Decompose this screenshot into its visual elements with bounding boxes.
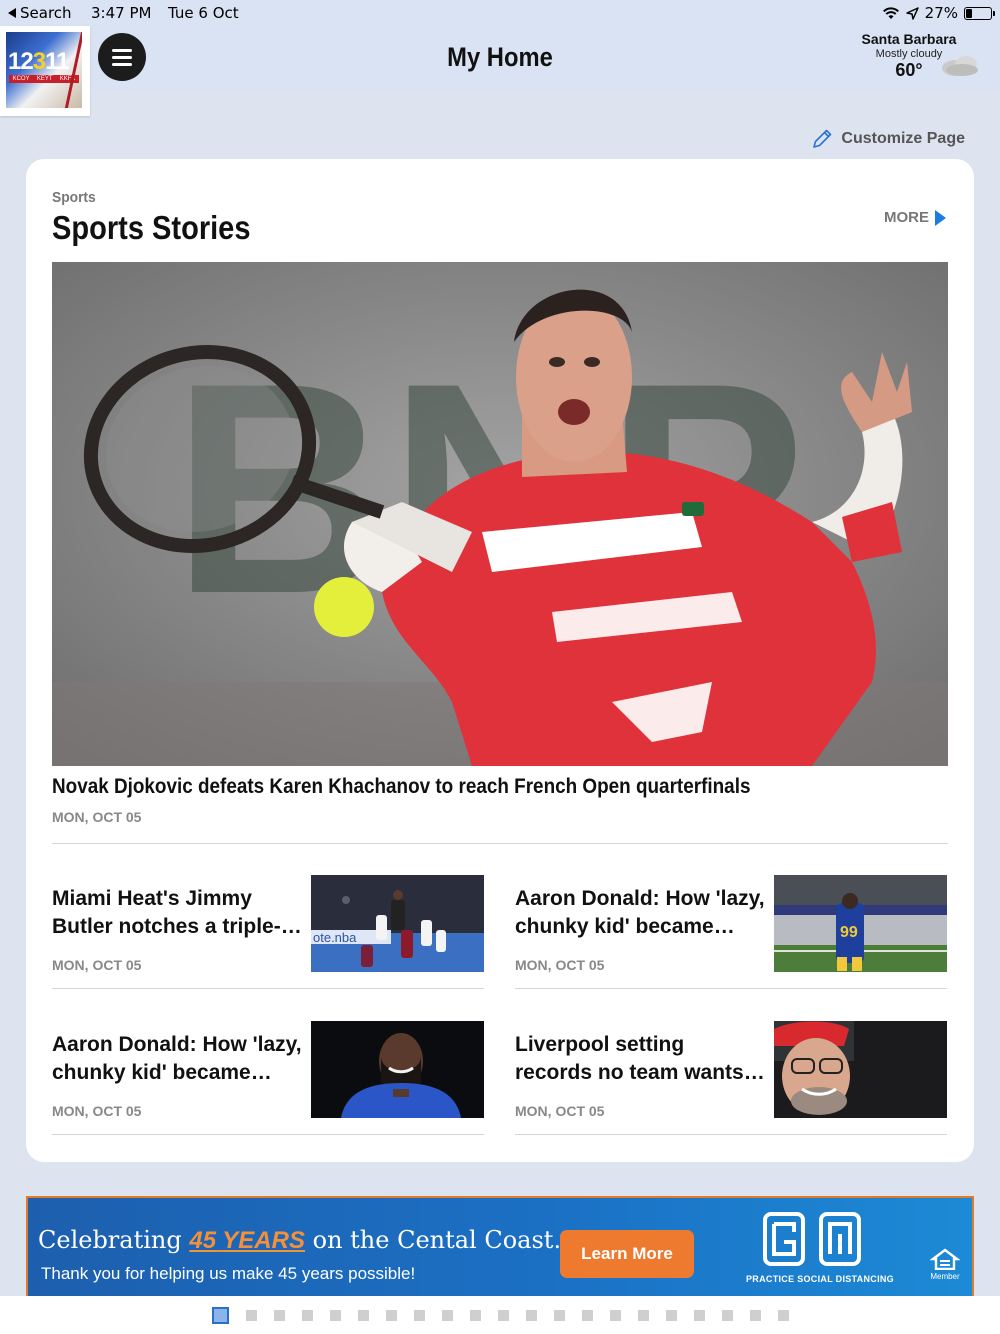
- story-thumbnail[interactable]: ote.nba: [311, 875, 484, 972]
- hero-headline[interactable]: Novak Djokovic defeats Karen Khachanov t…: [52, 775, 858, 799]
- status-time: 3:47 PM: [91, 4, 152, 22]
- story-headline[interactable]: Aaron Donald: How 'lazy, chunky kid' bec…: [52, 1031, 302, 1087]
- page-dot[interactable]: [693, 1309, 705, 1321]
- story-item[interactable]: Liverpool setting records no team wants …: [515, 1021, 947, 1136]
- story-date: MON, OCT 05: [515, 1103, 605, 1119]
- customize-label: Customize Page: [841, 130, 965, 147]
- page-dot[interactable]: [581, 1309, 593, 1321]
- status-bar: Search 3:47 PM Tue 6 Oct 27%: [0, 0, 1000, 26]
- more-link[interactable]: MORE: [884, 209, 946, 226]
- divider: [515, 988, 947, 989]
- weather-widget[interactable]: Santa Barbara Mostly cloudy 60°: [844, 31, 978, 81]
- page-dot[interactable]: [441, 1309, 453, 1321]
- page-title: My Home: [447, 42, 553, 72]
- pencil-icon: [813, 129, 832, 148]
- page-dot[interactable]: [637, 1309, 649, 1321]
- page-indicator: [0, 1296, 1000, 1334]
- page-dot[interactable]: [553, 1309, 565, 1321]
- logo-call-keyt: KEYT: [36, 76, 53, 82]
- fdic-label: Member: [930, 1272, 960, 1281]
- hero-image[interactable]: BNP: [52, 262, 948, 766]
- back-label: Search: [20, 4, 72, 22]
- bank-logo-icon: [763, 1212, 861, 1266]
- page-dot[interactable]: [245, 1309, 257, 1321]
- ad-subline: Thank you for helping us make 45 years p…: [41, 1264, 416, 1283]
- more-label: MORE: [884, 209, 929, 226]
- weather-city: Santa Barbara: [861, 31, 957, 47]
- ad-tagline: PRACTICE SOCIAL DISTANCING: [746, 1274, 894, 1284]
- story-date: MON, OCT 05: [52, 1103, 142, 1119]
- page-dot[interactable]: [665, 1309, 677, 1321]
- story-item[interactable]: Aaron Donald: How 'lazy, chunky kid' bec…: [52, 1021, 484, 1136]
- logo-number-3: 3: [32, 48, 46, 75]
- page-dot[interactable]: [329, 1309, 341, 1321]
- player-portrait-photo: [311, 1021, 484, 1118]
- story-item[interactable]: Aaron Donald: How 'lazy, chunky kid' bec…: [515, 875, 947, 990]
- page-dot[interactable]: [609, 1309, 621, 1321]
- equal-housing-icon: [929, 1248, 961, 1271]
- learn-more-button[interactable]: Learn More: [560, 1230, 694, 1278]
- page-dot[interactable]: [525, 1309, 537, 1321]
- story-headline[interactable]: Miami Heat's Jimmy Butler notches a trip…: [52, 885, 302, 941]
- page-dot[interactable]: [357, 1309, 369, 1321]
- story-date: MON, OCT 05: [515, 957, 605, 973]
- page-dot[interactable]: [469, 1309, 481, 1321]
- page-dot[interactable]: [413, 1309, 425, 1321]
- customize-page-button[interactable]: Customize Page: [811, 128, 965, 150]
- story-thumbnail[interactable]: 99: [774, 875, 947, 972]
- story-thumbnail[interactable]: [774, 1021, 947, 1118]
- ad-headline-prefix: Celebrating: [38, 1226, 190, 1254]
- story-thumbnail[interactable]: [311, 1021, 484, 1118]
- battery-percent: 27%: [924, 4, 958, 22]
- fdic-badge: Member: [929, 1248, 961, 1281]
- ad-years: 45 YEARS: [189, 1227, 305, 1254]
- divider: [515, 1134, 947, 1135]
- logo-call-kcoy: KCOY: [12, 76, 30, 82]
- battery-fill: [966, 8, 973, 18]
- chevron-right-icon: [935, 209, 946, 226]
- svg-text:99: 99: [840, 924, 858, 941]
- back-to-search[interactable]: Search: [8, 4, 72, 22]
- coach-portrait-photo: [774, 1021, 947, 1118]
- svg-text:ote.nba: ote.nba: [313, 930, 357, 945]
- football-stadium-photo: 99: [774, 875, 947, 972]
- logo-callsigns: KCOY KEYT KKFX: [9, 75, 79, 83]
- story-date: MON, OCT 05: [52, 957, 142, 973]
- page-dot[interactable]: [721, 1309, 733, 1321]
- page-dot[interactable]: [777, 1309, 789, 1321]
- ad-banner[interactable]: Celebrating 45 YEARS on the Cental Coast…: [26, 1196, 974, 1296]
- logo-number-12: 12: [8, 48, 34, 75]
- divider: [52, 988, 484, 989]
- ad-headline: Celebrating 45 YEARS on the Cental Coast…: [38, 1226, 561, 1255]
- page-dot-active[interactable]: [211, 1306, 229, 1324]
- story-item[interactable]: Miami Heat's Jimmy Butler notches a trip…: [52, 875, 484, 990]
- tennis-player-photo: BNP: [52, 262, 948, 766]
- wifi-icon: [882, 7, 899, 19]
- section-title: Sports Stories: [52, 209, 251, 246]
- section-category: Sports: [52, 189, 96, 206]
- back-arrow-icon: [8, 8, 16, 18]
- page-dot[interactable]: [273, 1309, 285, 1321]
- page-dot[interactable]: [301, 1309, 313, 1321]
- page-dot[interactable]: [497, 1309, 509, 1321]
- page-dot[interactable]: [385, 1309, 397, 1321]
- basketball-photo: ote.nba: [311, 875, 484, 972]
- page-dot[interactable]: [749, 1309, 761, 1321]
- partly-cloudy-icon: [942, 56, 978, 76]
- status-date: Tue 6 Oct: [168, 4, 239, 22]
- hero-date: MON, OCT 05: [52, 809, 142, 825]
- story-headline[interactable]: Liverpool setting records no team wants …: [515, 1031, 765, 1087]
- story-headline[interactable]: Aaron Donald: How 'lazy, chunky kid' bec…: [515, 885, 765, 941]
- ad-headline-suffix: on the Cental Coast.: [304, 1226, 562, 1254]
- sports-stories-card: Sports Sports Stories MORE BNP: [26, 159, 974, 1162]
- location-arrow-icon: [905, 6, 919, 20]
- divider: [52, 843, 948, 844]
- divider: [52, 1134, 484, 1135]
- battery-icon: [964, 6, 995, 20]
